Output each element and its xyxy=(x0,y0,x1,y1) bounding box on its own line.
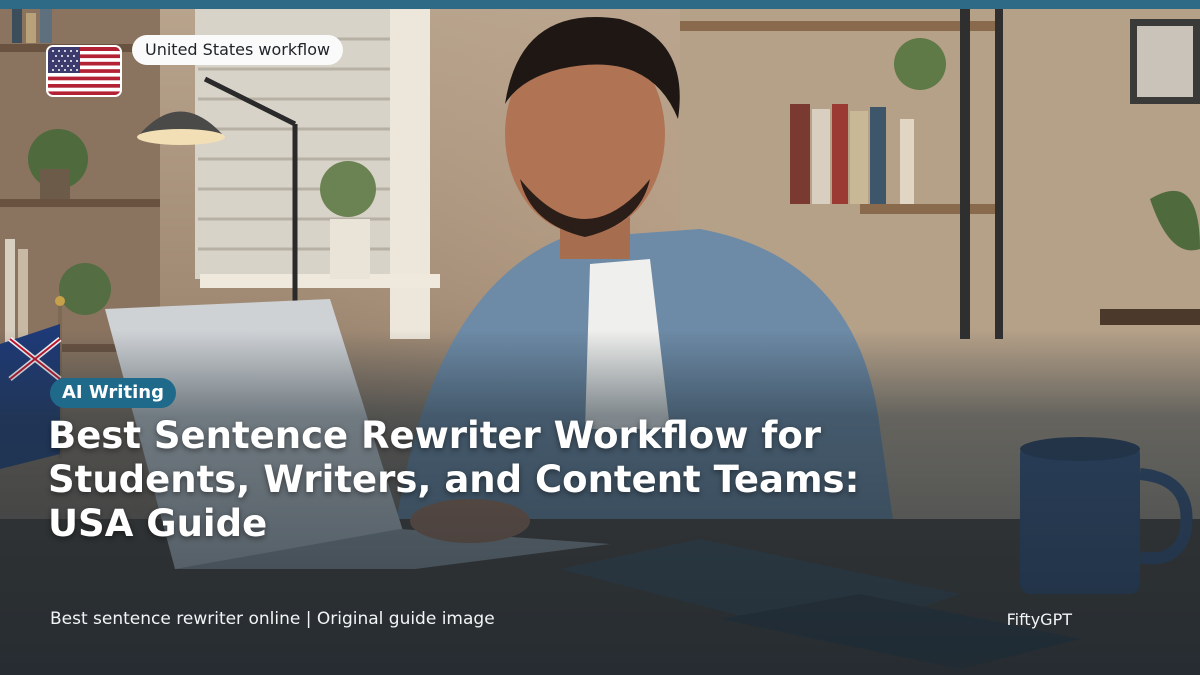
image-caption: Best sentence rewriter online | Original… xyxy=(50,609,495,629)
hero-banner: United States workflow AI Writing Best S… xyxy=(0,0,1200,675)
article-title: Best Sentence Rewriter Workflow for Stud… xyxy=(48,414,860,545)
brand-name: FiftyGPT xyxy=(1006,610,1072,629)
us-flag-icon xyxy=(46,45,122,97)
category-badge[interactable]: AI Writing xyxy=(50,378,176,408)
country-workflow-chip: United States workflow xyxy=(132,35,344,65)
top-accent-bar xyxy=(0,0,1200,9)
